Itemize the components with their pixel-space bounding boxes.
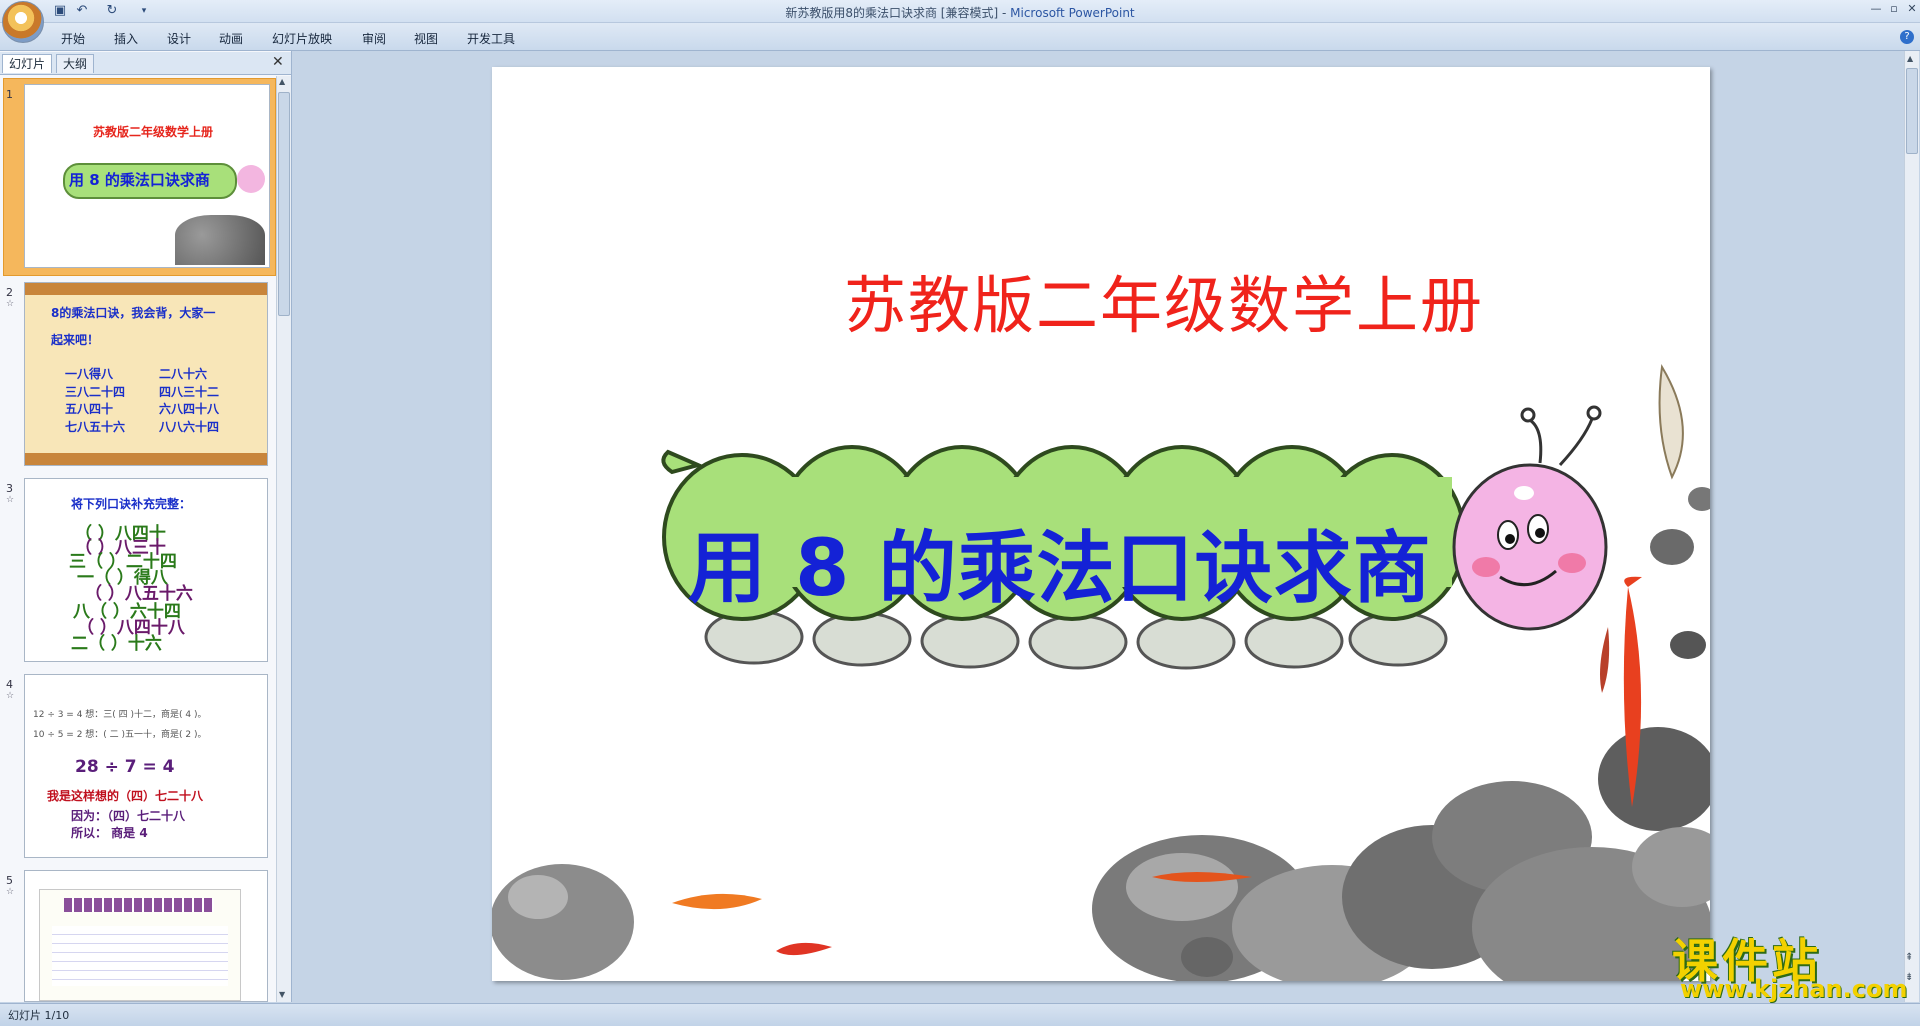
animation-star-icon: ☆	[6, 887, 15, 897]
thumbnail-text: 10 ÷ 5 = 2 想：( 二 )五一十，商是( 2 )。	[33, 730, 207, 740]
animation-star-icon: ☆	[6, 495, 15, 505]
scroll-up-icon[interactable]: ▲	[279, 77, 285, 86]
thumbnail-number: 3	[6, 482, 13, 495]
tab-view[interactable]: 视图	[414, 30, 438, 47]
thumbnail-subtitle: 苏教版二年级数学上册	[93, 125, 214, 139]
tab-home[interactable]: 开始	[61, 30, 85, 47]
editor-scrollbar-thumb[interactable]	[1906, 68, 1918, 154]
thumbnail-text: 六八四十八	[159, 402, 220, 416]
thumbnail-text: 起来吧！	[51, 333, 100, 347]
tab-animation[interactable]: 动画	[219, 30, 243, 47]
status-bar	[0, 1003, 1920, 1026]
tab-slideshow[interactable]: 幻灯片放映	[272, 30, 332, 47]
scroll-up-icon[interactable]: ▲	[1907, 54, 1913, 63]
slide-thumbnail-5[interactable]	[24, 870, 268, 1002]
minimize-icon[interactable]: —	[1868, 2, 1884, 16]
thumbnail-number: 5	[6, 874, 13, 887]
restore-icon[interactable]: ▫	[1886, 2, 1902, 16]
thumbnail-text: 二（ ）十六	[71, 634, 162, 654]
previous-slide-icon[interactable]: ⇞	[1905, 952, 1913, 963]
thumbnail-number: 4	[6, 678, 13, 691]
slide-thumbnail-3[interactable]: 将下列口诀补充完整： （ ）八四十 （ ）八三十 三（ ）二十四 一（ ）得八 …	[24, 478, 268, 662]
thumbnail-text: 所以： 商是 4	[71, 826, 148, 840]
thumbnail-text: 28 ÷ 7 = 4	[75, 757, 175, 777]
slide-title[interactable]: 用 8 的乘法口诀求商	[688, 506, 1432, 618]
tab-slides[interactable]: 幻灯片	[2, 54, 53, 73]
slide-counter: 幻灯片 1/10	[8, 1009, 70, 1022]
close-icon[interactable]: ✕	[1904, 2, 1920, 16]
tab-developer[interactable]: 开发工具	[467, 30, 515, 47]
slide-thumbnail-1[interactable]: 苏教版二年级数学上册 用 8 的乘法口诀求商	[24, 84, 270, 268]
thumbnail-text: 将下列口诀补充完整：	[71, 497, 192, 511]
thumbnail-title: 用 8 的乘法口诀求商	[69, 171, 210, 189]
wood-frame-bottom	[25, 453, 267, 465]
help-icon[interactable]: ?	[1900, 30, 1914, 44]
window-title: 新苏教版用8的乘法口诀求商 [兼容模式] - Microsoft PowerPo…	[785, 6, 1135, 20]
close-pane-icon[interactable]: ✕	[272, 54, 284, 70]
thumbnail-text: 一八得八	[65, 367, 114, 381]
tab-insert[interactable]: 插入	[114, 30, 138, 47]
thumbnail-scrollbar-thumb[interactable]	[278, 92, 290, 316]
tab-outline[interactable]: 大纲	[56, 54, 95, 73]
thumbnail-text: 七八五十六	[65, 420, 126, 434]
thumbnail-text: 因为：（四）七二十八	[71, 809, 186, 823]
editor-scrollbar[interactable]	[1904, 51, 1919, 1002]
thumbnail-banner	[64, 898, 214, 912]
slide-thumbnail-2[interactable]: 8的乘法口诀，我会背，大家一 起来吧！ 一八得八 二八十六 三八二十四 四八三十…	[24, 282, 268, 466]
thumbnail-text: 二八十六	[159, 367, 208, 381]
thumbnail-text: 三八二十四	[65, 385, 126, 399]
animation-star-icon: ☆	[6, 691, 15, 701]
thumbnail-number: 1	[6, 88, 13, 101]
thumbnail-text: 四八三十二	[159, 385, 220, 399]
caterpillar-head	[1452, 405, 1608, 631]
thumbnail-lines	[52, 926, 228, 986]
thumbnail-content	[39, 889, 241, 1001]
wood-frame-top	[25, 283, 267, 295]
thumbnail-rocks	[175, 215, 265, 265]
slide-thumbnail-4[interactable]: 12 ÷ 3 = 4 想：三( 四 )十二，商是( 4 )。 10 ÷ 5 = …	[24, 674, 268, 858]
tab-review[interactable]: 审阅	[362, 30, 386, 47]
thumbnail-text: 五八四十	[65, 402, 114, 416]
thumbnail-text: 12 ÷ 3 = 4 想：三( 四 )十二，商是( 4 )。	[33, 710, 207, 720]
thumbnail-number: 2	[6, 286, 13, 299]
office-button[interactable]	[2, 1, 44, 43]
thumbnail-text: 八八六十四	[159, 420, 220, 434]
thumbnail-text: 我是这样想的（四）七二十八	[47, 789, 204, 803]
thumbnail-text: 8的乘法口诀，我会背，大家一	[51, 306, 216, 320]
slide-canvas[interactable]: 苏教版二年级数学上册 用 8 的乘法口诀求商	[492, 67, 1710, 981]
watermark-url: www.kjzhan.com	[1680, 975, 1908, 1003]
thumbnail-caterpillar-head	[237, 165, 265, 193]
animation-star-icon: ☆	[6, 299, 15, 309]
tab-design[interactable]: 设计	[167, 30, 191, 47]
scroll-down-icon[interactable]: ▼	[279, 990, 285, 999]
